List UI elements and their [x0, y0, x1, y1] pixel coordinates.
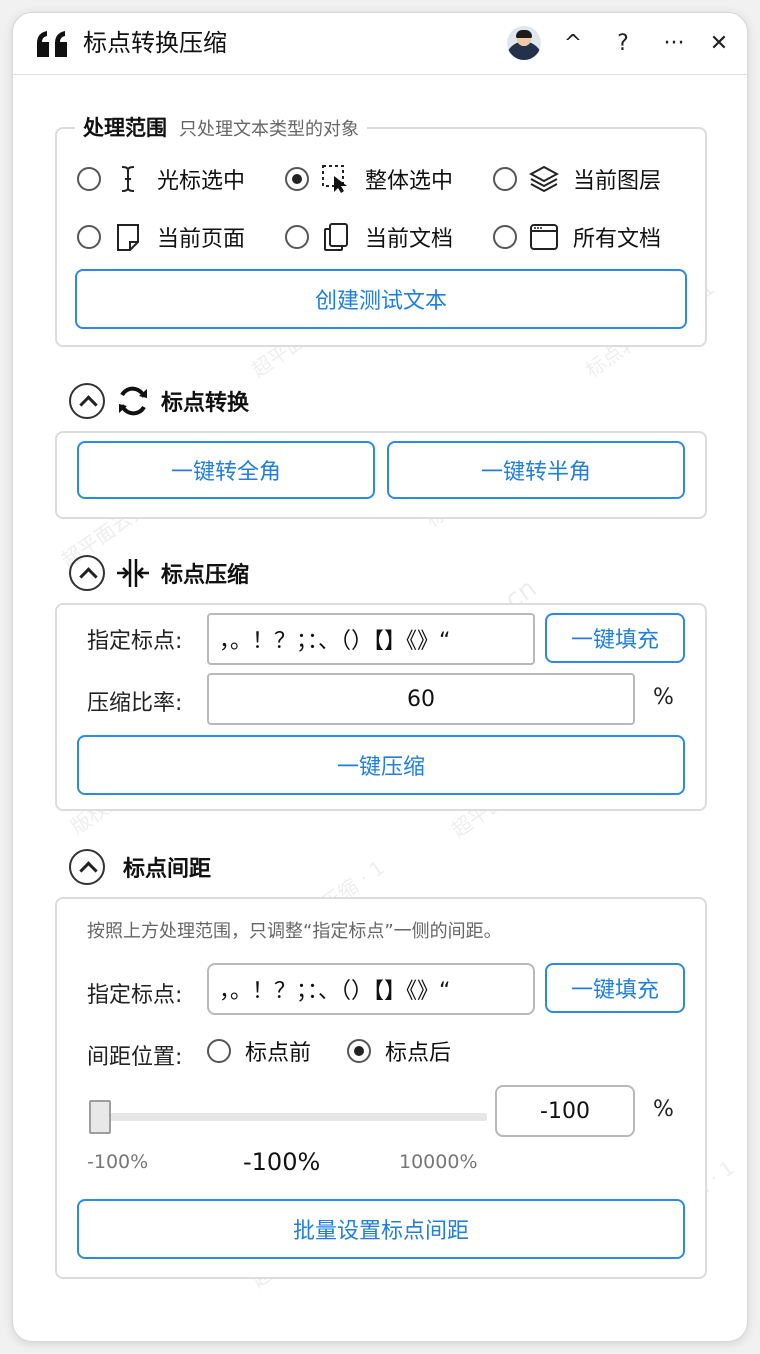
radio-current-document[interactable]: 当前文档 — [285, 217, 453, 257]
radio-circle[interactable] — [207, 1039, 231, 1063]
compress-fill-button[interactable]: 一键填充 — [545, 613, 685, 663]
more-button[interactable]: ··· — [657, 27, 691, 61]
compress-section-header: 标点压缩 — [69, 553, 249, 593]
spacing-hint: 按照上方处理范围，只调整“指定标点”一侧的间距。 — [87, 921, 502, 942]
convert-title: 标点转换 — [161, 391, 250, 416]
spacing-slider-thumb[interactable] — [89, 1100, 111, 1134]
radio-cursor-selection[interactable]: 光标选中 — [77, 159, 245, 199]
spacing-unit: % — [653, 1097, 674, 1122]
spacing-section-header: 标点间距 — [69, 847, 211, 887]
window-icon — [530, 224, 558, 250]
slider-current-label: -100% — [243, 1148, 321, 1176]
radio-current-page[interactable]: 当前页面 — [77, 217, 245, 257]
document-icon — [324, 223, 348, 251]
slider-max-label: 10000% — [399, 1151, 478, 1173]
create-test-text-button[interactable]: 创建测试文本 — [75, 269, 687, 329]
to-halfwidth-button[interactable]: 一键转半角 — [387, 441, 685, 499]
radio-before-punct[interactable]: 标点前 — [207, 1031, 311, 1071]
position-label: 间距位置: — [87, 1045, 183, 1070]
collapse-window-button[interactable]: ^ — [556, 27, 590, 61]
close-button[interactable]: ✕ — [702, 27, 736, 61]
radio-current-layer[interactable]: 当前图层 — [493, 159, 661, 199]
text-cursor-icon — [121, 166, 135, 192]
help-button[interactable]: ? — [606, 27, 640, 61]
convert-group: 一键转全角 一键转半角 — [55, 431, 707, 519]
radio-label: 当前文档 — [365, 227, 454, 252]
page-icon — [117, 224, 139, 251]
radio-circle-checked[interactable] — [347, 1039, 371, 1063]
batch-set-spacing-button[interactable]: 批量设置标点间距 — [77, 1199, 685, 1259]
radio-circle[interactable] — [77, 225, 101, 249]
radio-circle[interactable] — [285, 225, 309, 249]
compress-punct-label: 指定标点: — [87, 629, 183, 654]
app-title: 标点转换压缩 — [83, 29, 227, 57]
radio-label: 当前图层 — [573, 169, 662, 194]
refresh-icon — [119, 386, 147, 416]
spacing-punct-input[interactable]: ，。！？；：、（）【】《》“ — [207, 963, 535, 1015]
title-bar: 标点转换压缩 ^ ? ··· ✕ — [13, 13, 747, 75]
to-fullwidth-button[interactable]: 一键转全角 — [77, 441, 375, 499]
ratio-label: 压缩比率: — [87, 691, 183, 716]
compress-punct-input[interactable]: ，。！？；：、（）【】《》“ — [207, 613, 535, 665]
compress-icon — [117, 559, 149, 587]
spacing-slider-track[interactable] — [89, 1113, 487, 1121]
convert-section-header: 标点转换 — [69, 381, 249, 421]
radio-label: 标点前 — [245, 1041, 312, 1066]
ratio-unit: % — [653, 685, 674, 710]
radio-circle[interactable] — [77, 167, 101, 191]
scope-title: 处理范围 — [83, 116, 167, 140]
spacing-punct-label: 指定标点: — [87, 983, 183, 1008]
spacing-title: 标点间距 — [123, 857, 212, 882]
spacing-fill-button[interactable]: 一键填充 — [545, 963, 685, 1013]
scope-group: 处理范围 只处理文本类型的对象 光标选中 整体选中 当前图层 当前页面 当前文档… — [55, 113, 707, 347]
radio-after-punct[interactable]: 标点后 — [347, 1031, 451, 1071]
radio-label: 所有文档 — [573, 227, 662, 252]
plugin-window: 版权所有 · 仿冒必究 · 1 超平面云插件 · Zebe · 1 标点转换压缩… — [12, 12, 748, 1342]
radio-label: 光标选中 — [157, 169, 246, 194]
spacing-value-input[interactable]: -100 — [495, 1085, 635, 1137]
collapse-compress-button[interactable] — [69, 555, 105, 591]
radio-circle[interactable] — [493, 225, 517, 249]
radio-circle-checked[interactable] — [285, 167, 309, 191]
scope-legend: 处理范围 只处理文本类型的对象 — [75, 113, 367, 143]
slider-min-label: -100% — [87, 1151, 149, 1173]
compress-button[interactable]: 一键压缩 — [77, 735, 685, 795]
collapse-spacing-button[interactable] — [69, 849, 105, 885]
compress-group: 指定标点: ，。！？；：、（）【】《》“ 一键填充 压缩比率: 60 % 一键压… — [55, 603, 707, 811]
user-avatar[interactable] — [507, 26, 541, 60]
ratio-input[interactable]: 60 — [207, 673, 635, 725]
radio-whole-selection[interactable]: 整体选中 — [285, 159, 453, 199]
selection-arrow-icon — [322, 165, 347, 193]
layers-icon — [529, 165, 559, 193]
collapse-convert-button[interactable] — [69, 383, 105, 419]
radio-all-documents[interactable]: 所有文档 — [493, 217, 661, 257]
radio-label: 当前页面 — [157, 227, 246, 252]
radio-circle[interactable] — [493, 167, 517, 191]
compress-title: 标点压缩 — [161, 563, 250, 588]
scope-subtitle: 只处理文本类型的对象 — [179, 119, 359, 140]
quote-logo-icon — [37, 31, 67, 57]
radio-label: 整体选中 — [365, 169, 454, 194]
radio-label: 标点后 — [385, 1041, 452, 1066]
